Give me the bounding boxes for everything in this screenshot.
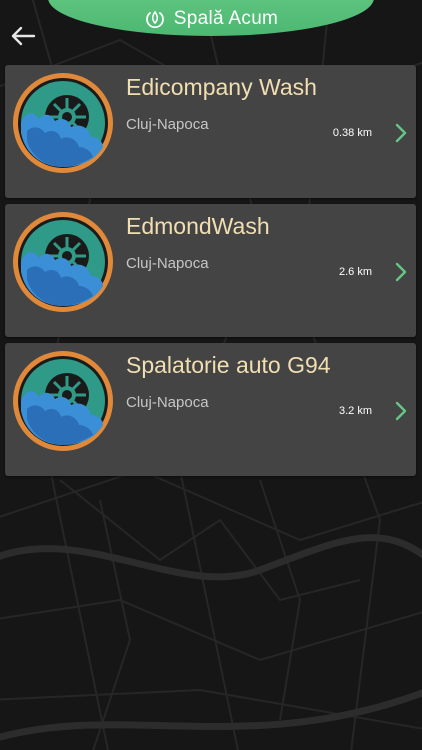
back-button[interactable]: [8, 22, 38, 50]
car-wash-distance: 2.6 km: [338, 266, 372, 278]
car-wash-name: EdmondWash: [126, 213, 270, 239]
car-wash-logo-icon: [13, 73, 113, 173]
car-wash-logo-icon: [13, 351, 113, 451]
car-wash-card[interactable]: EdmondWash Cluj-Napoca 2.6 km: [5, 204, 416, 337]
car-wash-distance: 0.38 km: [332, 127, 372, 139]
car-wash-logo-icon: [13, 212, 113, 312]
car-wash-city: Cluj-Napoca: [126, 394, 209, 411]
arrow-left-icon: [11, 26, 36, 46]
car-wash-card[interactable]: Edicompany Wash Cluj-Napoca 0.38 km: [5, 65, 416, 198]
chevron-right-icon: [395, 262, 407, 282]
car-wash-name: Edicompany Wash: [126, 74, 317, 100]
power-leaf-icon: [145, 10, 164, 29]
car-wash-card[interactable]: Spalatorie auto G94 Cluj-Napoca 3.2 km: [5, 343, 416, 476]
car-wash-city: Cluj-Napoca: [126, 255, 209, 272]
car-wash-city: Cluj-Napoca: [126, 116, 209, 133]
chevron-right-icon: [395, 401, 407, 421]
chevron-right-icon: [395, 123, 407, 143]
page-title: Spală Acum: [173, 8, 279, 29]
car-wash-distance: 3.2 km: [338, 405, 372, 417]
car-wash-name: Spalatorie auto G94: [126, 352, 331, 378]
